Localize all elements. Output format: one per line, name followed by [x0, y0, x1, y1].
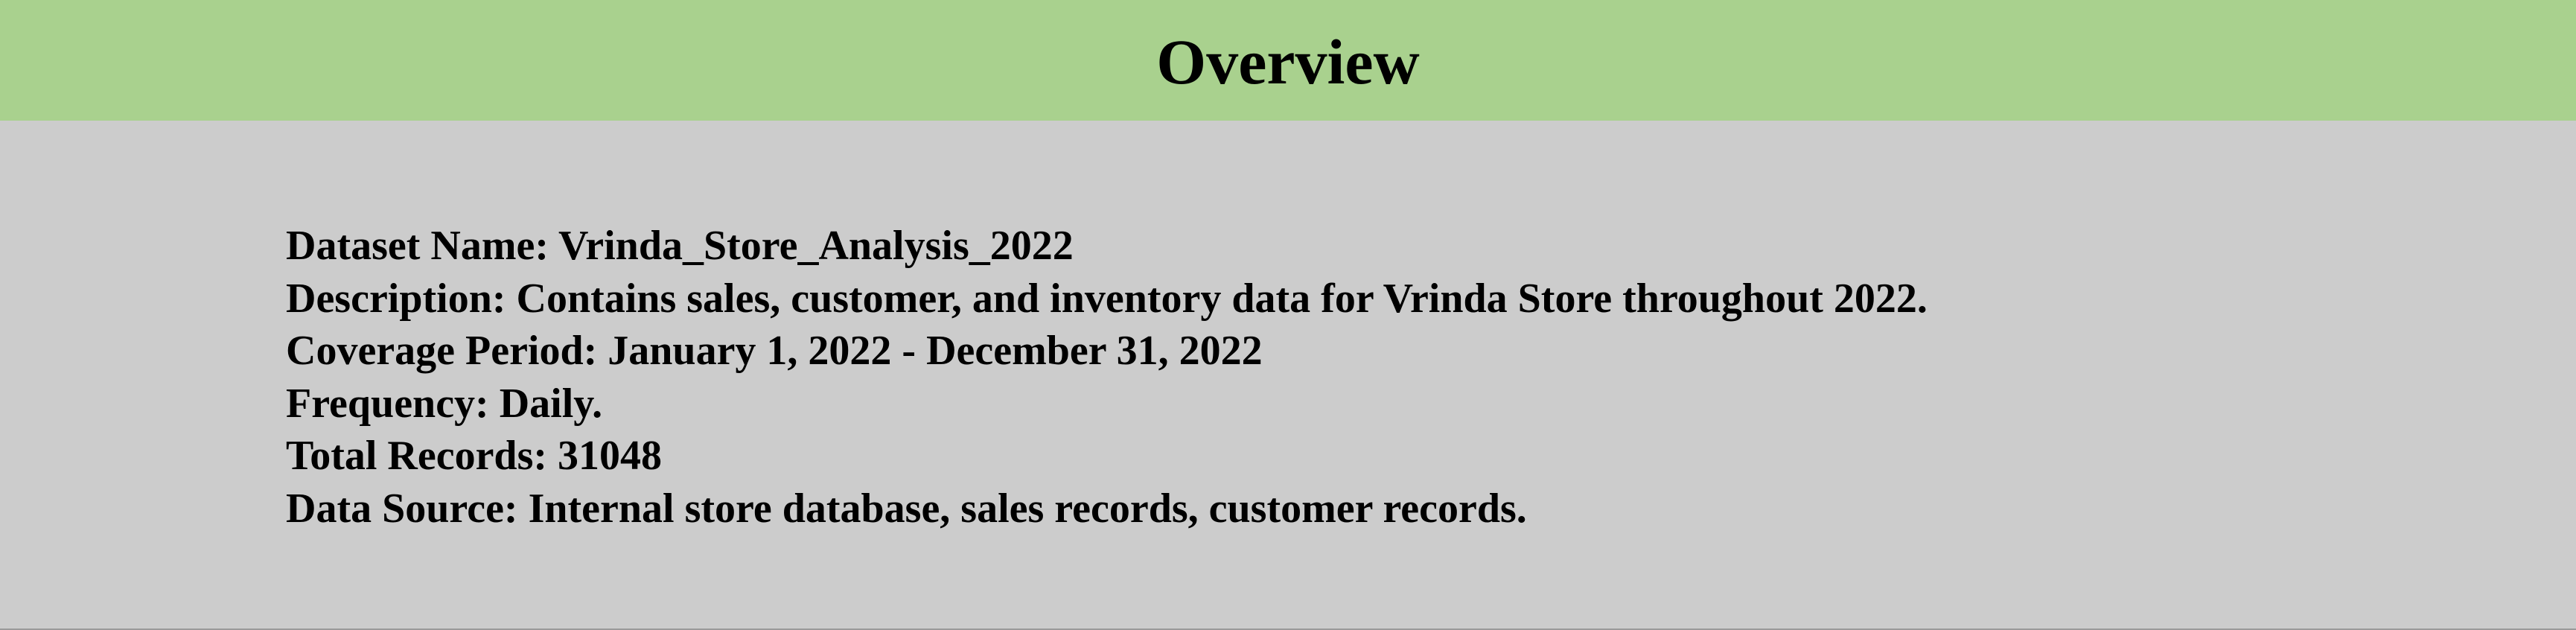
frequency-line: Frequency: Daily.	[286, 380, 603, 427]
dataset-name-line: Dataset Name: Vrinda_Store_Analysis_2022	[286, 223, 1074, 269]
page-title: Overview	[1156, 26, 1420, 98]
description-line: Description: Contains sales, customer, a…	[286, 275, 1928, 322]
coverage-period-line: Coverage Period: January 1, 2022 - Decem…	[286, 328, 1263, 374]
title-banner: Overview	[0, 0, 2576, 121]
overview-panel: Dataset Name: Vrinda_Store_Analysis_2022…	[0, 121, 2576, 630]
data-source-line: Data Source: Internal store database, sa…	[286, 485, 1527, 532]
total-records-line: Total Records: 31048	[286, 433, 663, 479]
overview-details: Dataset Name: Vrinda_Store_Analysis_2022…	[286, 220, 1928, 535]
